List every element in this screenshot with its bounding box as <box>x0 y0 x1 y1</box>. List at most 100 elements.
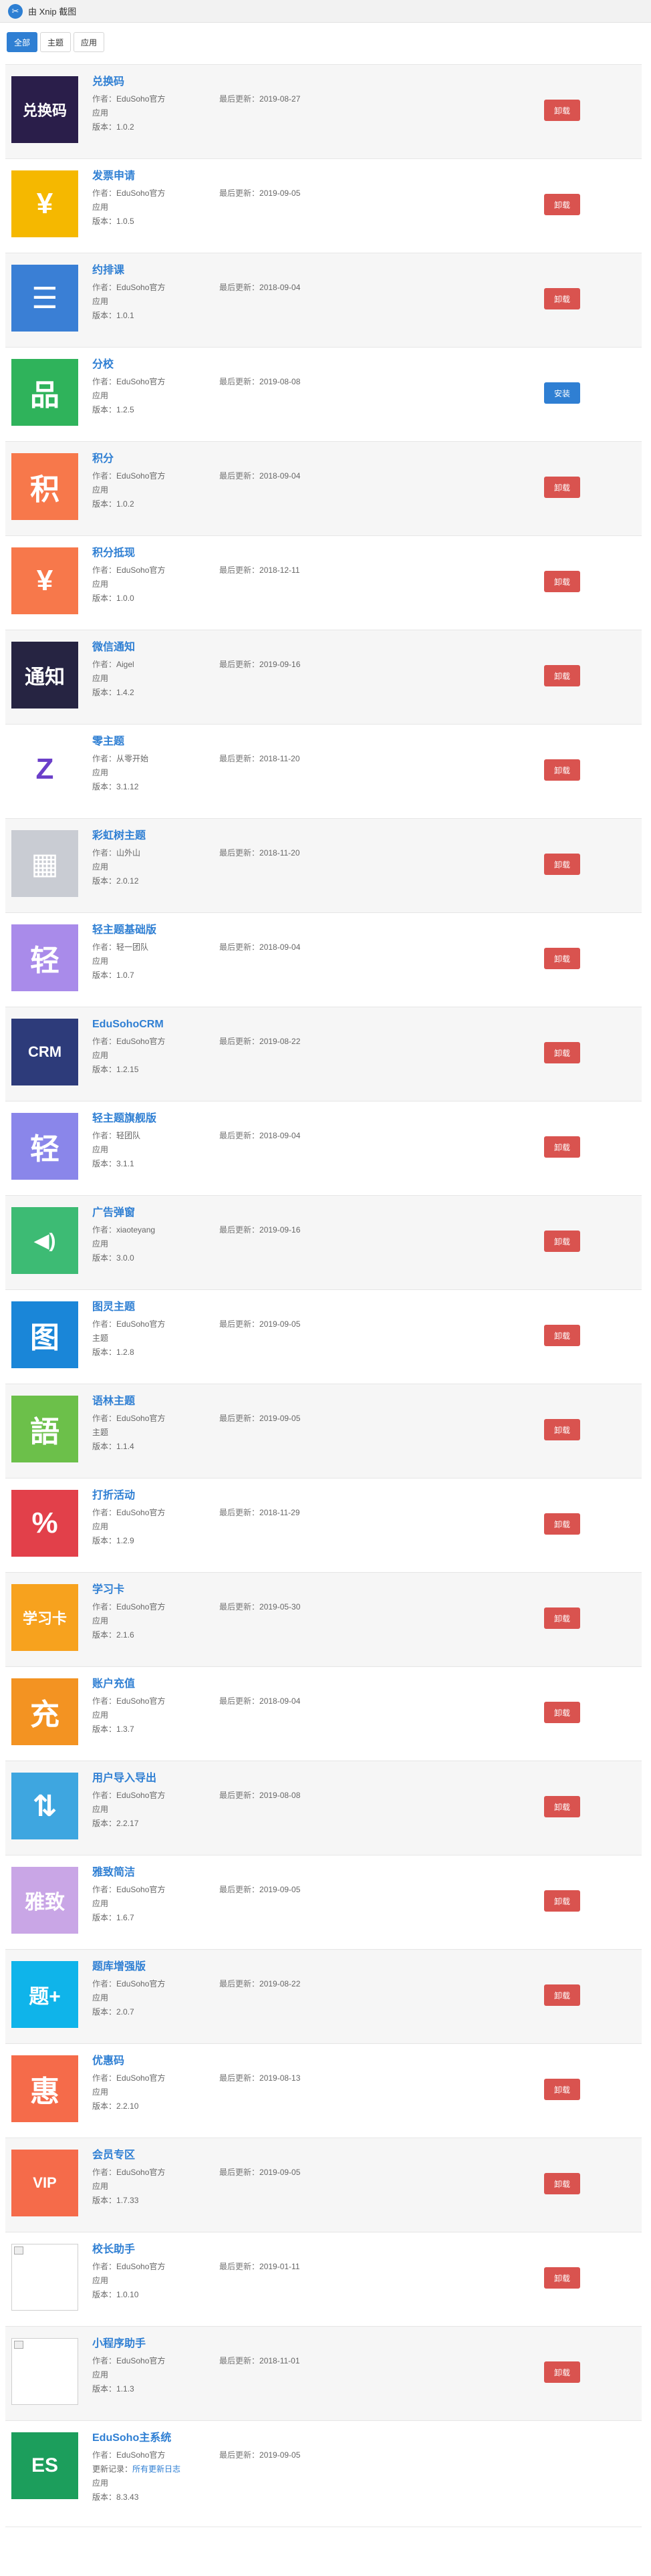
author-label: 作者： <box>92 1508 117 1517</box>
updated-label: 最后更新： <box>219 1319 260 1329</box>
item-name-link[interactable]: 校长助手 <box>92 2242 561 2258</box>
uninstall-button[interactable]: 卸载 <box>544 571 580 592</box>
uninstall-button[interactable]: 卸载 <box>544 2361 580 2383</box>
author-label: 作者： <box>92 1319 117 1329</box>
uninstall-button[interactable]: 卸载 <box>544 1136 580 1158</box>
author-label: 作者： <box>92 1037 117 1046</box>
uninstall-button[interactable]: 卸载 <box>544 2173 580 2194</box>
list-item: 充账户充值 作者：EduSoho官方 最后更新：2018-09-04 应用 版本：1.3… <box>5 1666 642 1761</box>
item-name-link[interactable]: 小程序助手 <box>92 2336 561 2352</box>
install-button[interactable]: 安装 <box>544 382 580 404</box>
points-icon: 积 <box>11 453 78 520</box>
uninstall-button[interactable]: 卸载 <box>544 1702 580 1723</box>
item-name-link[interactable]: 零主题 <box>92 734 561 750</box>
item-name-link[interactable]: 用户导入导出 <box>92 1771 561 1787</box>
updated-value: 2019-08-08 <box>259 1791 301 1800</box>
item-name-link[interactable]: 语林主题 <box>92 1394 561 1410</box>
tab-all[interactable]: 全部 <box>7 32 38 52</box>
item-name-link[interactable]: 发票申请 <box>92 168 561 184</box>
list-item: VIP 会员专区 作者：EduSoho官方 最后更新：2019-09-05 应用 版本：1… <box>5 2138 642 2232</box>
tab-theme[interactable]: 主题 <box>40 32 72 52</box>
discount-icon: % <box>11 1490 78 1557</box>
item-version: 版本：2.2.10 <box>92 2099 561 2113</box>
author-label: 作者： <box>92 1225 117 1235</box>
item-name-link[interactable]: 账户充值 <box>92 1676 561 1692</box>
item-name-link[interactable]: 微信通知 <box>92 640 561 656</box>
version-label: 版本： <box>92 2384 117 2394</box>
uninstall-button[interactable]: 卸载 <box>544 2267 580 2289</box>
updated-value: 2018-12-11 <box>259 565 300 575</box>
list-item: 兑换码 兑换码 作者：EduSoho官方 最后更新：2019-08-27 应用 版本：1.… <box>5 64 642 158</box>
changelog-link[interactable]: 所有更新日志 <box>132 2464 180 2474</box>
uninstall-button[interactable]: 卸载 <box>544 1607 580 1629</box>
uninstall-button[interactable]: 卸载 <box>544 1042 580 1063</box>
item-name-link[interactable]: 会员专区 <box>92 2148 561 2164</box>
item-name-link[interactable]: EduSoho主系统 <box>92 2430 561 2446</box>
uninstall-button[interactable]: 卸载 <box>544 2079 580 2100</box>
item-name-link[interactable]: 打折活动 <box>92 1488 561 1504</box>
item-meta: 作者：EduSoho官方 最后更新：2019-08-13 <box>92 2071 561 2085</box>
item-name-link[interactable]: 分校 <box>92 357 561 373</box>
version-value: 1.4.2 <box>116 688 134 697</box>
uninstall-button[interactable]: 卸载 <box>544 665 580 686</box>
author-value: xiaoteyang <box>116 1225 156 1235</box>
item-type: 应用 <box>92 674 109 683</box>
author-value: EduSoho官方 <box>116 377 166 386</box>
uninstall-button[interactable]: 卸载 <box>544 1984 580 2006</box>
item-type: 应用 <box>92 1899 109 1908</box>
uninstall-button[interactable]: 卸载 <box>544 1796 580 1817</box>
updated-value: 2018-09-04 <box>259 283 301 292</box>
turing-theme-icon: 图 <box>11 1301 78 1368</box>
item-name-link[interactable]: 约排课 <box>92 263 561 279</box>
uninstall-button[interactable]: 卸载 <box>544 1419 580 1440</box>
changelog-label: 更新记录： <box>92 2464 133 2474</box>
item-name-link[interactable]: 兑换码 <box>92 74 561 90</box>
item-type: 主题 <box>92 1428 109 1437</box>
item-name-link[interactable]: 雅致简洁 <box>92 1865 561 1881</box>
tab-app[interactable]: 应用 <box>74 32 105 52</box>
item-version: 版本：1.1.3 <box>92 2382 561 2396</box>
uninstall-button[interactable]: 卸载 <box>544 1513 580 1535</box>
item-version: 版本：2.2.17 <box>92 1817 561 1831</box>
updated-label: 最后更新： <box>219 377 260 386</box>
item-name-link[interactable]: 积分 <box>92 451 561 467</box>
item-name-link[interactable]: 彩虹树主题 <box>92 828 561 844</box>
uninstall-button[interactable]: 卸载 <box>544 948 580 969</box>
list-item: ¥ 积分抵现 作者：EduSoho官方 最后更新：2018-12-11 应用 版本：1.0… <box>5 535 642 630</box>
author-value: EduSoho官方 <box>116 283 166 292</box>
item-name-link[interactable]: 轻主题基础版 <box>92 922 561 938</box>
uninstall-button[interactable]: 卸载 <box>544 854 580 875</box>
uninstall-button[interactable]: 卸载 <box>544 194 580 215</box>
list-item: CRM EduSohoCRM 作者：EduSoho官方 最后更新：2019-08-22… <box>5 1007 642 1101</box>
item-name-link[interactable]: 题库增强版 <box>92 1959 561 1975</box>
list-item: % 打折活动 作者：EduSoho官方 最后更新：2018-11-29 应用 版本：1.2… <box>5 1478 642 1572</box>
uninstall-button[interactable]: 卸载 <box>544 477 580 498</box>
version-value: 1.1.4 <box>116 1442 134 1451</box>
uninstall-button[interactable]: 卸载 <box>544 1325 580 1346</box>
version-label: 版本： <box>92 782 117 791</box>
item-name-link[interactable]: 图灵主题 <box>92 1299 561 1315</box>
edusoho-main-icon: ES <box>11 2432 78 2499</box>
version-value: 1.2.8 <box>116 1347 134 1357</box>
author-label: 作者： <box>92 660 117 669</box>
item-name-link[interactable]: 积分抵现 <box>92 545 561 561</box>
item-name-link[interactable]: 轻主题旗舰版 <box>92 1111 561 1127</box>
item-name-link[interactable]: EduSohoCRM <box>92 1017 561 1033</box>
uninstall-button[interactable]: 卸载 <box>544 1890 580 1912</box>
list-item: 题+ 题库增强版 作者：EduSoho官方 最后更新：2019-08-22 应用 版本：2… <box>5 1949 642 2043</box>
uninstall-button[interactable]: 卸载 <box>544 288 580 309</box>
item-meta: 作者：EduSoho官方 最后更新：2019-09-05 <box>92 1883 561 1897</box>
item-meta: 作者：EduSoho官方 最后更新：2018-09-04 <box>92 281 561 295</box>
item-version: 版本：1.4.2 <box>92 686 561 700</box>
version-value: 1.0.2 <box>116 499 134 509</box>
uninstall-button[interactable]: 卸载 <box>544 1231 580 1252</box>
item-name-link[interactable]: 优惠码 <box>92 2053 561 2069</box>
item-meta: 作者：EduSoho官方 最后更新：2019-08-08 <box>92 1789 561 1803</box>
item-name-link[interactable]: 学习卡 <box>92 1582 561 1598</box>
uninstall-button[interactable]: 卸载 <box>544 100 580 121</box>
version-value: 1.3.7 <box>116 1724 134 1734</box>
item-name-link[interactable]: 广告弹窗 <box>92 1205 561 1221</box>
list-item: ▦ 彩虹树主题 作者：山外山 最后更新：2018-11-20 应用 版本：2.0.12 卸载 <box>5 818 642 912</box>
uninstall-button[interactable]: 卸载 <box>544 759 580 781</box>
author-label: 作者： <box>92 2262 117 2271</box>
